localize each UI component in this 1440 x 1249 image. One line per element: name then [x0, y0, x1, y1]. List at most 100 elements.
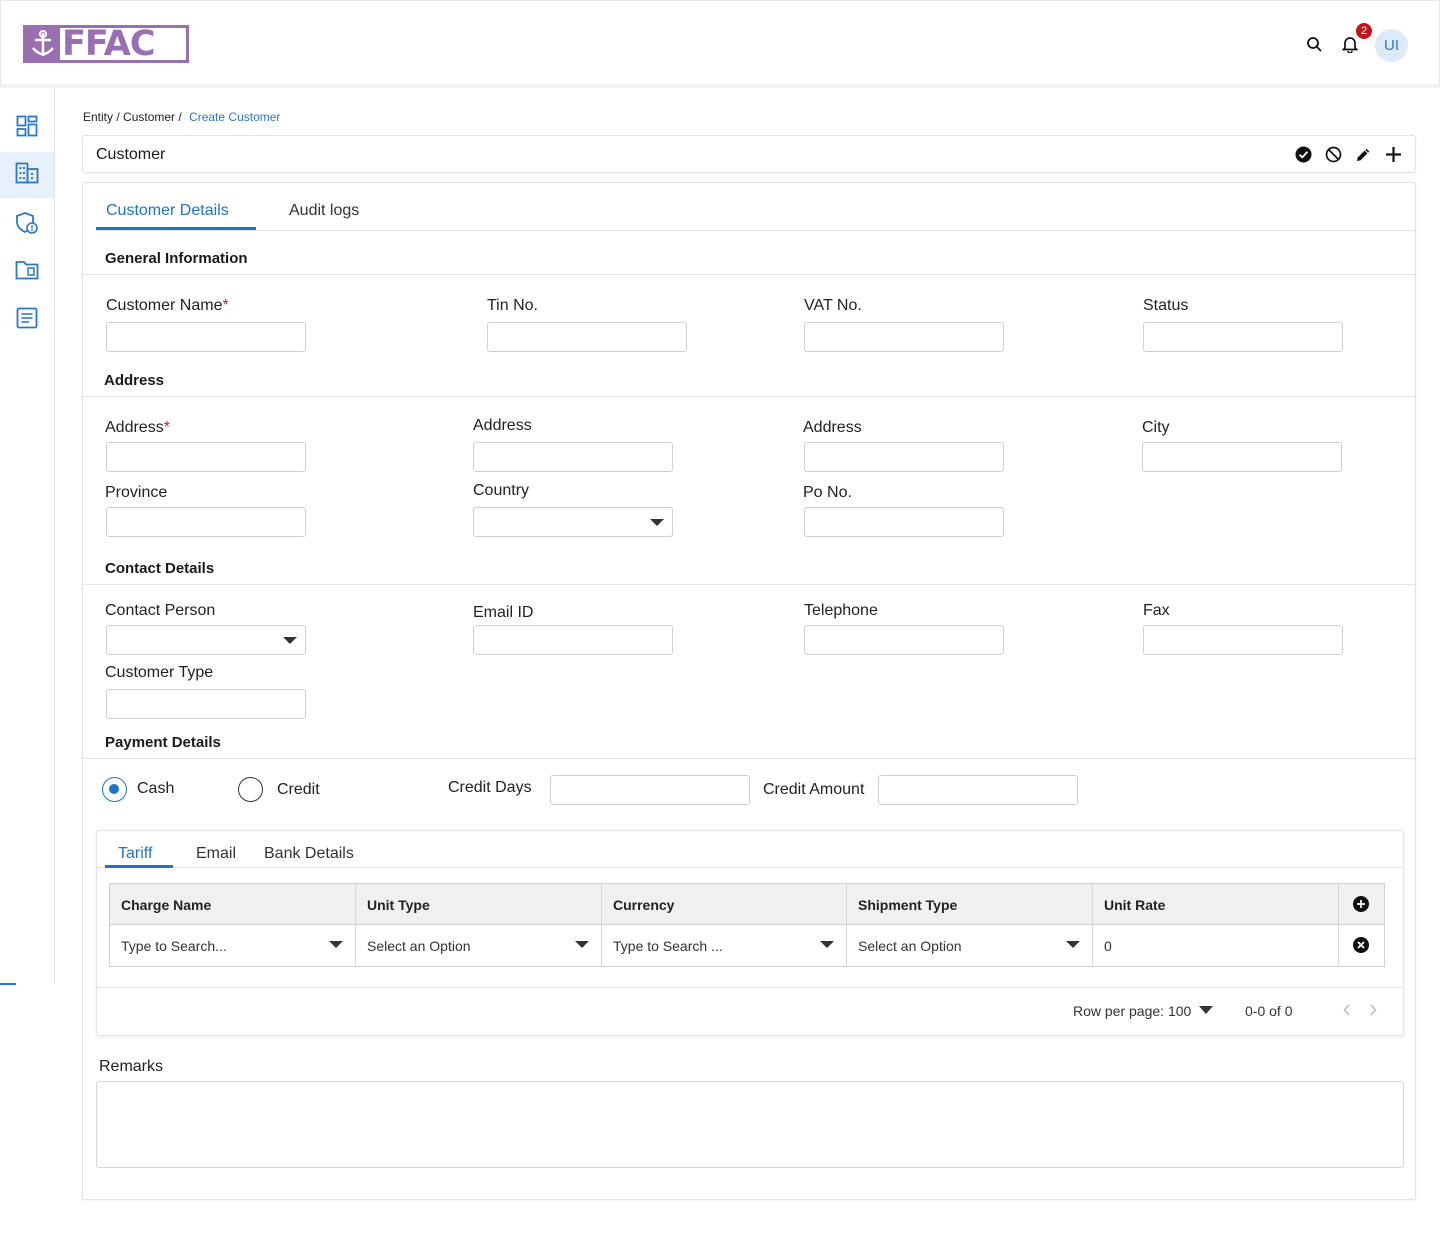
block-icon[interactable] [1323, 144, 1343, 164]
add-row-icon[interactable] [1353, 896, 1369, 912]
fax-input[interactable] [1143, 625, 1343, 655]
currency-search[interactable]: Type to Search ... [602, 925, 847, 966]
anchor-logo-icon [26, 28, 60, 60]
po-input[interactable] [804, 507, 1004, 537]
credit-days-input[interactable] [550, 775, 750, 805]
credit-amount-input[interactable] [878, 775, 1078, 805]
sidebar-item-documents[interactable] [0, 249, 54, 295]
status-input[interactable] [1143, 322, 1343, 352]
chevron-left-icon[interactable] [1343, 1003, 1351, 1019]
table-row: Type to Search... Select an Option Type … [110, 925, 1384, 966]
tab-email[interactable]: Email [196, 845, 236, 863]
folder-icon [15, 260, 39, 285]
user-avatar[interactable]: UI [1375, 29, 1408, 62]
sidebar-item-reports[interactable] [0, 297, 54, 343]
customer-type-input[interactable] [106, 689, 306, 719]
top-bar: FFAC 2 UI [0, 0, 1440, 88]
active-subtab-indicator [105, 865, 173, 868]
tin-input[interactable] [487, 322, 687, 352]
telephone-input[interactable] [804, 625, 1004, 655]
remarks-label: Remarks [99, 1058, 164, 1075]
charge-name-placeholder: Type to Search... [121, 937, 227, 954]
address-line-2-input[interactable] [473, 442, 673, 472]
sidebar-item-dashboard[interactable] [0, 105, 54, 151]
dashboard-icon [16, 115, 38, 142]
breadcrumb-current: Create Customer [189, 110, 281, 124]
vat-input[interactable] [804, 322, 1004, 352]
credit-days-label: Credit Days [448, 779, 532, 796]
breadcrumb-customer[interactable]: Customer / [123, 110, 182, 124]
active-tab-indicator [96, 227, 256, 230]
tab-tariff[interactable]: Tariff [118, 845, 152, 863]
divider [83, 274, 1416, 275]
vat-label: VAT No. [804, 297, 862, 314]
cash-radio[interactable] [102, 777, 127, 802]
section-general-information: General Information [105, 250, 248, 267]
tab-audit-logs[interactable]: Audit logs [289, 202, 359, 220]
column-header-shipment-type[interactable]: Shipment Type [847, 884, 1093, 925]
unit-type-select[interactable]: Select an Option [356, 925, 602, 966]
city-input[interactable] [1142, 442, 1342, 472]
divider [97, 987, 1403, 988]
remove-row-icon[interactable] [1353, 937, 1369, 953]
rows-per-page-label: Row per page: 100 [1073, 1003, 1192, 1019]
charge-name-search[interactable]: Type to Search... [110, 925, 356, 966]
customer-name-label: Customer Name* [106, 297, 229, 314]
credit-label: Credit [277, 781, 320, 798]
building-icon [15, 162, 39, 189]
chevron-down-icon [575, 941, 589, 948]
address-line-3-input[interactable] [804, 442, 1004, 472]
customer-name-input[interactable] [106, 322, 306, 352]
rows-per-page-select[interactable]: Row per page: 100 [1073, 1003, 1214, 1019]
province-input[interactable] [106, 507, 306, 537]
fax-label: Fax [1143, 602, 1170, 619]
chevron-down-icon [329, 941, 343, 948]
check-circle-icon[interactable] [1293, 144, 1313, 164]
section-address: Address [104, 372, 165, 389]
cash-label: Cash [137, 780, 175, 797]
bell-icon[interactable] [1340, 34, 1360, 54]
column-header-unit-type[interactable]: Unit Type [356, 884, 602, 925]
breadcrumb-entity[interactable]: Entity / [83, 110, 120, 124]
customer-form-card: Customer Details Audit logs General Info… [82, 182, 1416, 1200]
header-actions [1293, 144, 1403, 164]
tab-bank-details[interactable]: Bank Details [264, 845, 354, 863]
unit-type-placeholder: Select an Option [367, 937, 471, 954]
shipment-type-select[interactable]: Select an Option [847, 925, 1093, 966]
city-label: City [1142, 419, 1170, 436]
notification-badge: 2 [1356, 23, 1372, 39]
unit-rate-value: 0 [1104, 937, 1112, 954]
divider [83, 758, 1416, 759]
remarks-textarea[interactable] [96, 1081, 1404, 1168]
search-icon[interactable] [1304, 34, 1324, 54]
country-select[interactable] [473, 507, 673, 537]
customer-type-label: Customer Type [105, 664, 214, 681]
logo-text: FFAC [62, 24, 156, 64]
app-logo[interactable]: FFAC [23, 25, 189, 63]
email-input[interactable] [473, 625, 673, 655]
plus-icon[interactable] [1383, 144, 1403, 164]
sidebar-item-entity[interactable] [0, 152, 54, 198]
contact-person-select[interactable] [106, 625, 306, 655]
column-header-currency[interactable]: Currency [602, 884, 847, 925]
email-label: Email ID [473, 604, 534, 621]
tariff-panel: Tariff Email Bank Details Charge Name Un… [96, 830, 1404, 1036]
sidebar-scroll-indicator [0, 983, 16, 985]
credit-radio[interactable] [238, 777, 263, 802]
tab-customer-details[interactable]: Customer Details [106, 202, 229, 220]
column-header-unit-rate[interactable]: Unit Rate [1093, 884, 1339, 925]
tab-bar: Customer Details Audit logs [96, 183, 1416, 231]
address-line-2-label: Address [473, 417, 532, 434]
column-header-charge-name[interactable]: Charge Name [110, 884, 356, 925]
edit-pencil-icon[interactable] [1353, 144, 1373, 164]
address-line-1-input[interactable] [106, 442, 306, 472]
breadcrumb: Entity / Customer / Create Customer [83, 110, 280, 124]
shipment-type-placeholder: Select an Option [858, 937, 962, 954]
country-label: Country [473, 482, 530, 499]
chevron-right-icon[interactable] [1369, 1003, 1377, 1019]
po-label: Po No. [803, 484, 852, 501]
unit-rate-input[interactable]: 0 [1093, 925, 1339, 966]
divider [83, 396, 1416, 397]
table-header: Charge Name Unit Type Currency Shipment … [110, 884, 1384, 925]
sidebar-item-security[interactable] [0, 202, 54, 248]
